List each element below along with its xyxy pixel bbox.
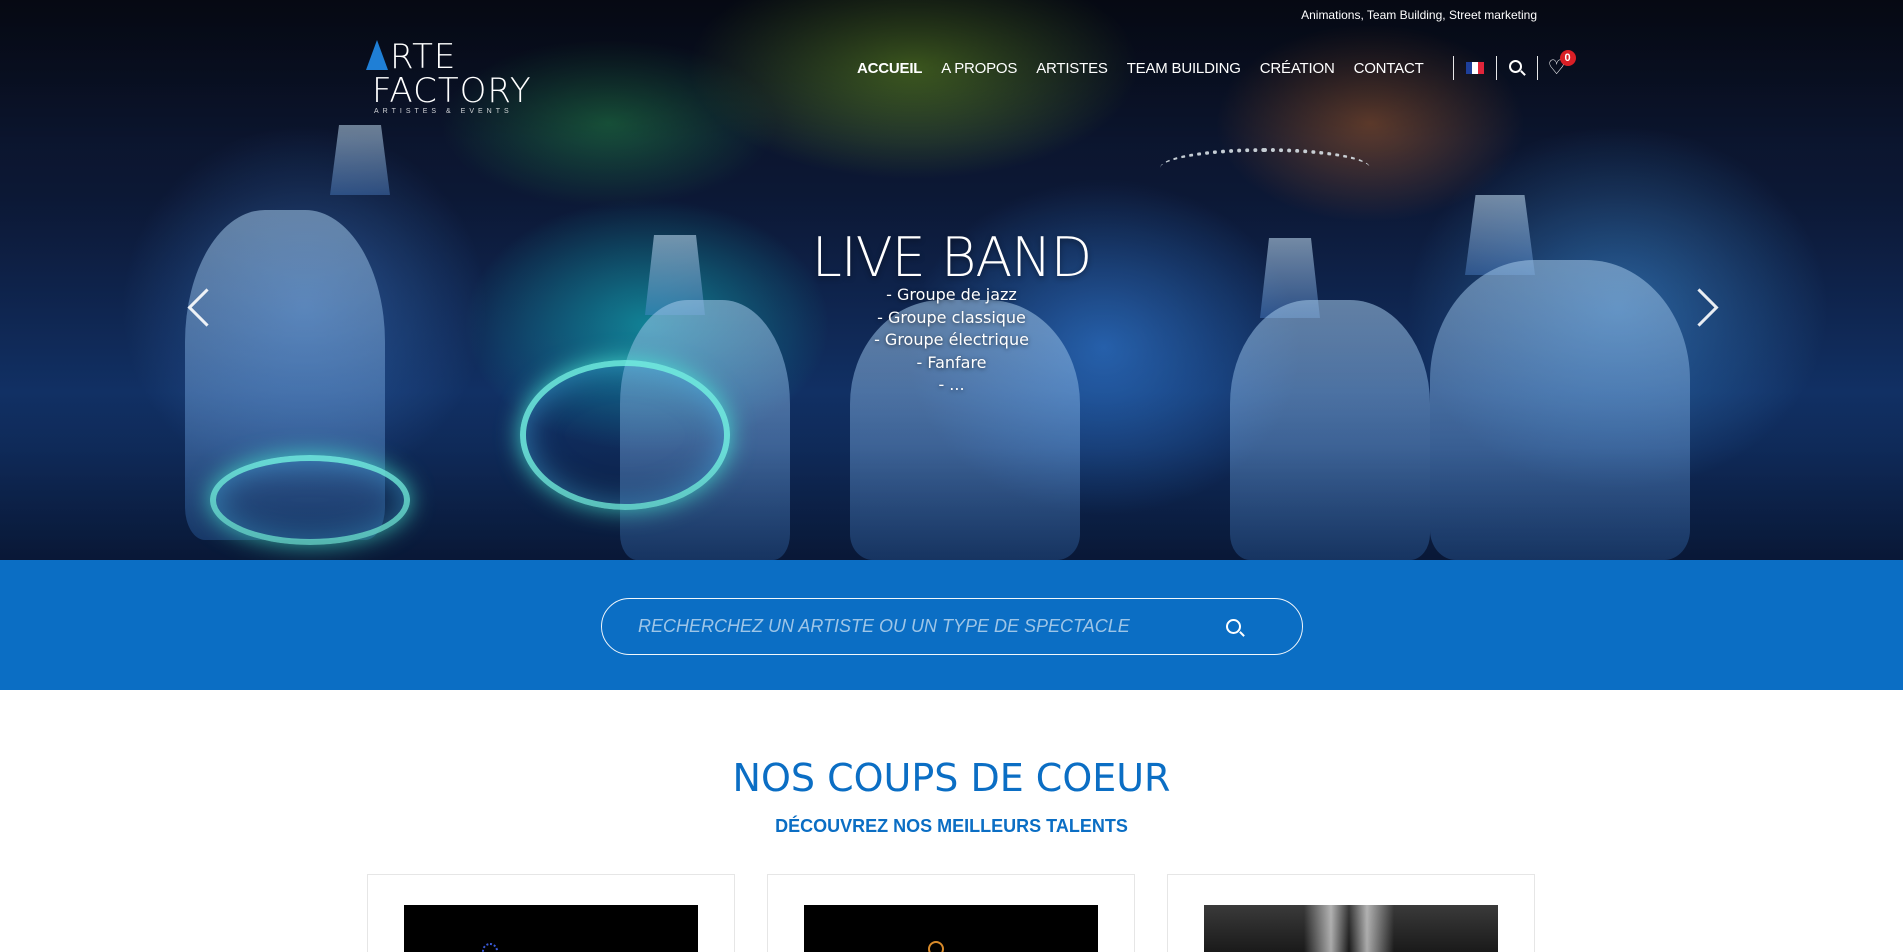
artist-search-box <box>601 598 1303 655</box>
artist-card[interactable] <box>367 874 735 952</box>
slide-line: - Groupe classique <box>877 307 1026 327</box>
nav-contact[interactable]: CONTACT <box>1354 60 1424 77</box>
logo-subtitle: ARTISTES & EVENTS <box>374 108 513 115</box>
nav-divider <box>1495 56 1497 80</box>
header-tagline: Animations, Team Building, Street market… <box>1301 8 1537 22</box>
artist-card-image[interactable] <box>404 905 698 952</box>
slide-line: - Fanfare <box>916 352 987 372</box>
search-icon <box>1508 60 1522 73</box>
logo-triangle-icon <box>366 40 388 70</box>
chevron-right-icon[interactable] <box>1690 284 1720 330</box>
artist-search-input[interactable] <box>638 599 1218 654</box>
nav-divider <box>1452 56 1454 80</box>
artist-card[interactable] <box>1167 874 1535 952</box>
header-search-button[interactable] <box>1507 58 1527 78</box>
nav-team-building[interactable]: TEAM BUILDING <box>1127 60 1241 77</box>
slide-description: - Groupe de jazz - Groupe classique - Gr… <box>0 284 1903 397</box>
slide-line: - Groupe de jazz <box>886 285 1017 304</box>
nav-accueil[interactable]: ACCUEIL <box>857 60 922 77</box>
image-glow-decoration <box>1304 905 1394 952</box>
nav-a-propos[interactable]: A PROPOS <box>941 60 1017 77</box>
favorites-button[interactable]: ♡ 0 <box>1548 50 1576 78</box>
search-band <box>0 560 1903 690</box>
section-title: NOS COUPS DE COEUR <box>732 756 1171 800</box>
logo-factory-text: FACTORY <box>372 71 532 111</box>
site-logo[interactable]: RTE FACTORY ARTISTES & EVENTS <box>366 38 546 118</box>
artist-card[interactable] <box>767 874 1135 952</box>
image-glow-decoration <box>482 943 498 952</box>
section-subtitle: DÉCOUVREZ NOS MEILLEURS TALENTS <box>775 816 1128 836</box>
nav-artistes[interactable]: ARTISTES <box>1036 60 1108 77</box>
artist-card-image[interactable] <box>1204 905 1498 952</box>
slide-title: LIVE BAND <box>811 226 1093 289</box>
favorites-count-badge: 0 <box>1559 50 1576 66</box>
main-nav: ACCUEIL A PROPOS ARTISTES TEAM BUILDING … <box>857 50 1576 80</box>
search-submit-button[interactable] <box>1224 617 1246 639</box>
nav-creation[interactable]: CRÉATION <box>1260 60 1335 77</box>
french-flag-icon[interactable] <box>1465 62 1484 74</box>
chevron-left-icon[interactable] <box>183 284 213 330</box>
slide-line: - Groupe électrique <box>874 330 1029 349</box>
nav-divider <box>1536 56 1538 80</box>
image-glow-decoration <box>928 941 944 952</box>
hero-slider: Animations, Team Building, Street market… <box>0 0 1903 560</box>
slide-line: - ... <box>938 375 965 394</box>
artist-card-image[interactable] <box>804 905 1098 952</box>
search-icon <box>1226 619 1241 634</box>
